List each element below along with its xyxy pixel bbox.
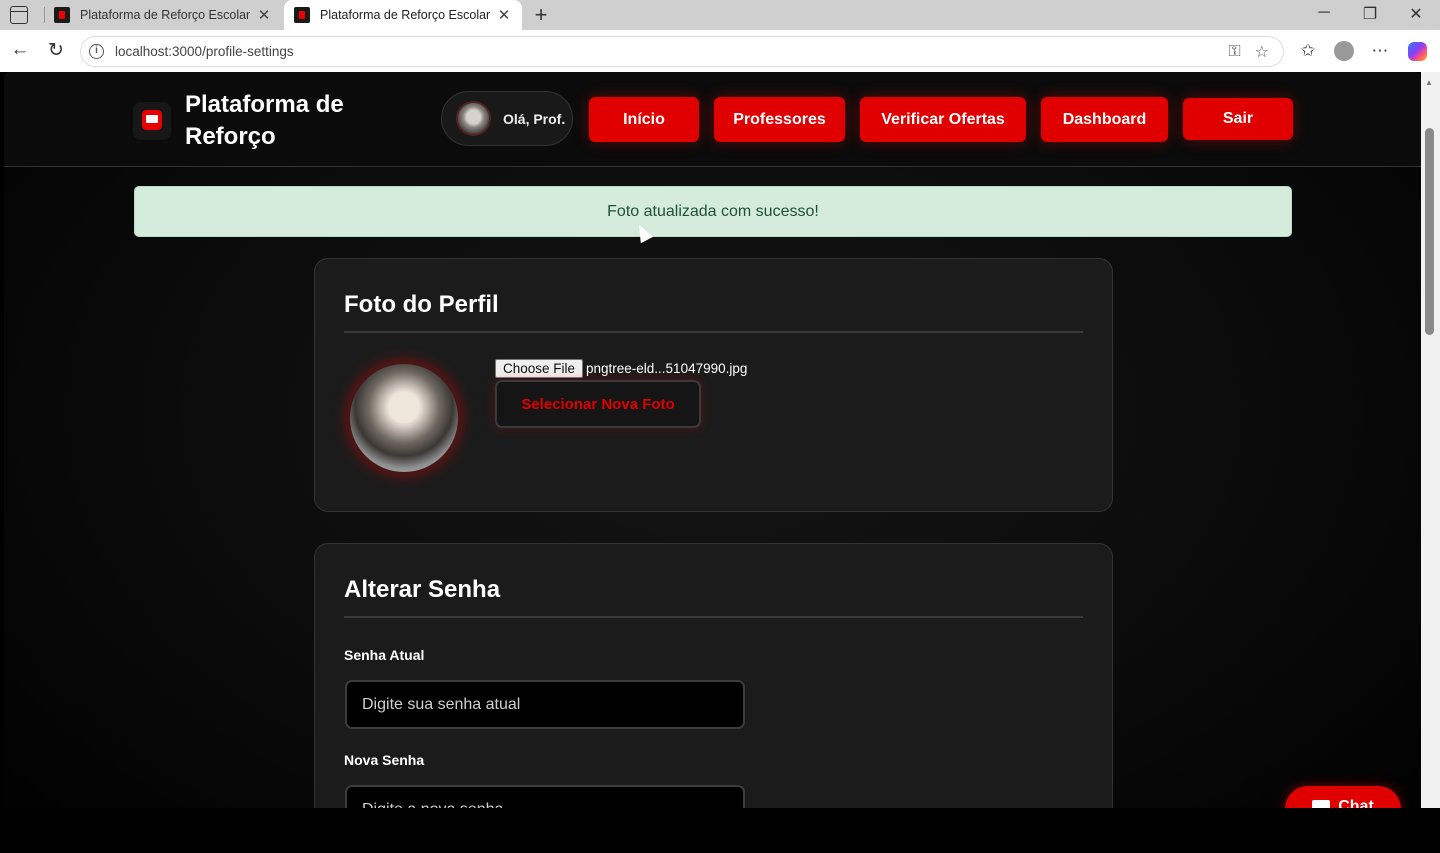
change-password-card: Alterar Senha Senha Atual Nova Senha	[314, 543, 1113, 808]
close-tab-icon[interactable]: ✕	[496, 6, 512, 24]
site-favicon-icon	[54, 7, 70, 23]
greeting-text: Olá, Prof.	[503, 110, 566, 127]
profile-avatar-icon[interactable]	[1334, 41, 1354, 61]
avatar	[456, 101, 491, 136]
browser-toolbar: ← ↻ i localhost:3000/profile-settings ⚿ …	[0, 30, 1440, 72]
nav-professores-button[interactable]: Professores	[714, 97, 845, 142]
page-scrollbar[interactable]: ▲	[1421, 72, 1440, 808]
new-tab-icon[interactable]: +	[530, 2, 552, 28]
divider	[344, 616, 1083, 618]
profile-photo-card: Foto do Perfil Choose File pngtree-eld..…	[314, 258, 1113, 512]
logo-icon[interactable]	[133, 102, 171, 140]
chat-label: Chat	[1338, 798, 1374, 808]
browser-tab-active[interactable]: Plataforma de Reforço Escolar ✕	[284, 0, 522, 30]
success-alert: Foto atualizada com sucesso!	[134, 186, 1292, 237]
card-title: Alterar Senha	[344, 576, 501, 603]
divider	[344, 331, 1083, 333]
more-menu-icon[interactable]: ⋯	[1369, 41, 1391, 61]
nav-dashboard-button[interactable]: Dashboard	[1041, 97, 1168, 142]
restore-icon[interactable]: ❐	[1358, 4, 1382, 24]
close-window-icon[interactable]: ✕	[1404, 4, 1428, 24]
brand-title[interactable]: Plataforma de Reforço	[185, 89, 405, 153]
tab-actions-icon[interactable]	[10, 6, 28, 24]
new-password-label: Nova Senha	[344, 752, 425, 768]
tab-title: Plataforma de Reforço Escolar	[80, 8, 251, 22]
minimize-icon[interactable]: ─	[1312, 4, 1336, 22]
favorites-icon[interactable]: ✩	[1297, 41, 1319, 61]
chat-button[interactable]: Chat	[1285, 786, 1401, 808]
selected-file-name: pngtree-eld...51047990.jpg	[586, 361, 748, 376]
browser-tab-bar: Plataforma de Reforço Escolar ✕ Platafor…	[0, 0, 1440, 30]
nav-inicio-button[interactable]: Início	[589, 97, 699, 142]
site-favicon-icon	[294, 7, 310, 23]
scrollbar-thumb[interactable]	[1425, 128, 1434, 335]
scroll-up-icon[interactable]: ▲	[1425, 78, 1433, 87]
key-icon[interactable]: ⚿	[1228, 43, 1240, 61]
site-info-icon[interactable]: i	[89, 44, 104, 59]
copilot-icon[interactable]	[1408, 42, 1427, 61]
card-title: Foto do Perfil	[344, 291, 499, 318]
profile-photo	[347, 361, 461, 475]
logout-button[interactable]: Sair	[1183, 98, 1293, 140]
new-password-input[interactable]	[345, 785, 745, 808]
site-header: Plataforma de Reforço Olá, Prof. Início …	[4, 72, 1421, 167]
select-new-photo-button[interactable]: Selecionar Nova Foto	[495, 380, 701, 428]
current-password-label: Senha Atual	[344, 647, 425, 663]
nav-verificar-ofertas-button[interactable]: Verificar Ofertas	[860, 97, 1026, 142]
choose-file-button[interactable]: Choose File	[495, 359, 584, 378]
bottom-black-bar	[0, 808, 1440, 853]
back-arrow-icon[interactable]: ←	[8, 39, 32, 61]
refresh-icon[interactable]: ↻	[44, 39, 68, 62]
browser-tab[interactable]: Plataforma de Reforço Escolar ✕	[44, 0, 282, 30]
user-menu[interactable]: Olá, Prof.	[441, 91, 573, 146]
favorite-star-icon[interactable]: ☆	[1255, 42, 1269, 62]
close-tab-icon[interactable]: ✕	[256, 6, 272, 24]
current-password-input[interactable]	[345, 680, 745, 729]
tab-title: Plataforma de Reforço Escolar	[320, 8, 491, 22]
url-text[interactable]: localhost:3000/profile-settings	[115, 44, 1228, 59]
address-bar[interactable]: i localhost:3000/profile-settings ⚿ ☆	[80, 36, 1284, 67]
chat-icon	[1312, 800, 1331, 808]
page-viewport: Plataforma de Reforço Olá, Prof. Início …	[4, 72, 1421, 808]
